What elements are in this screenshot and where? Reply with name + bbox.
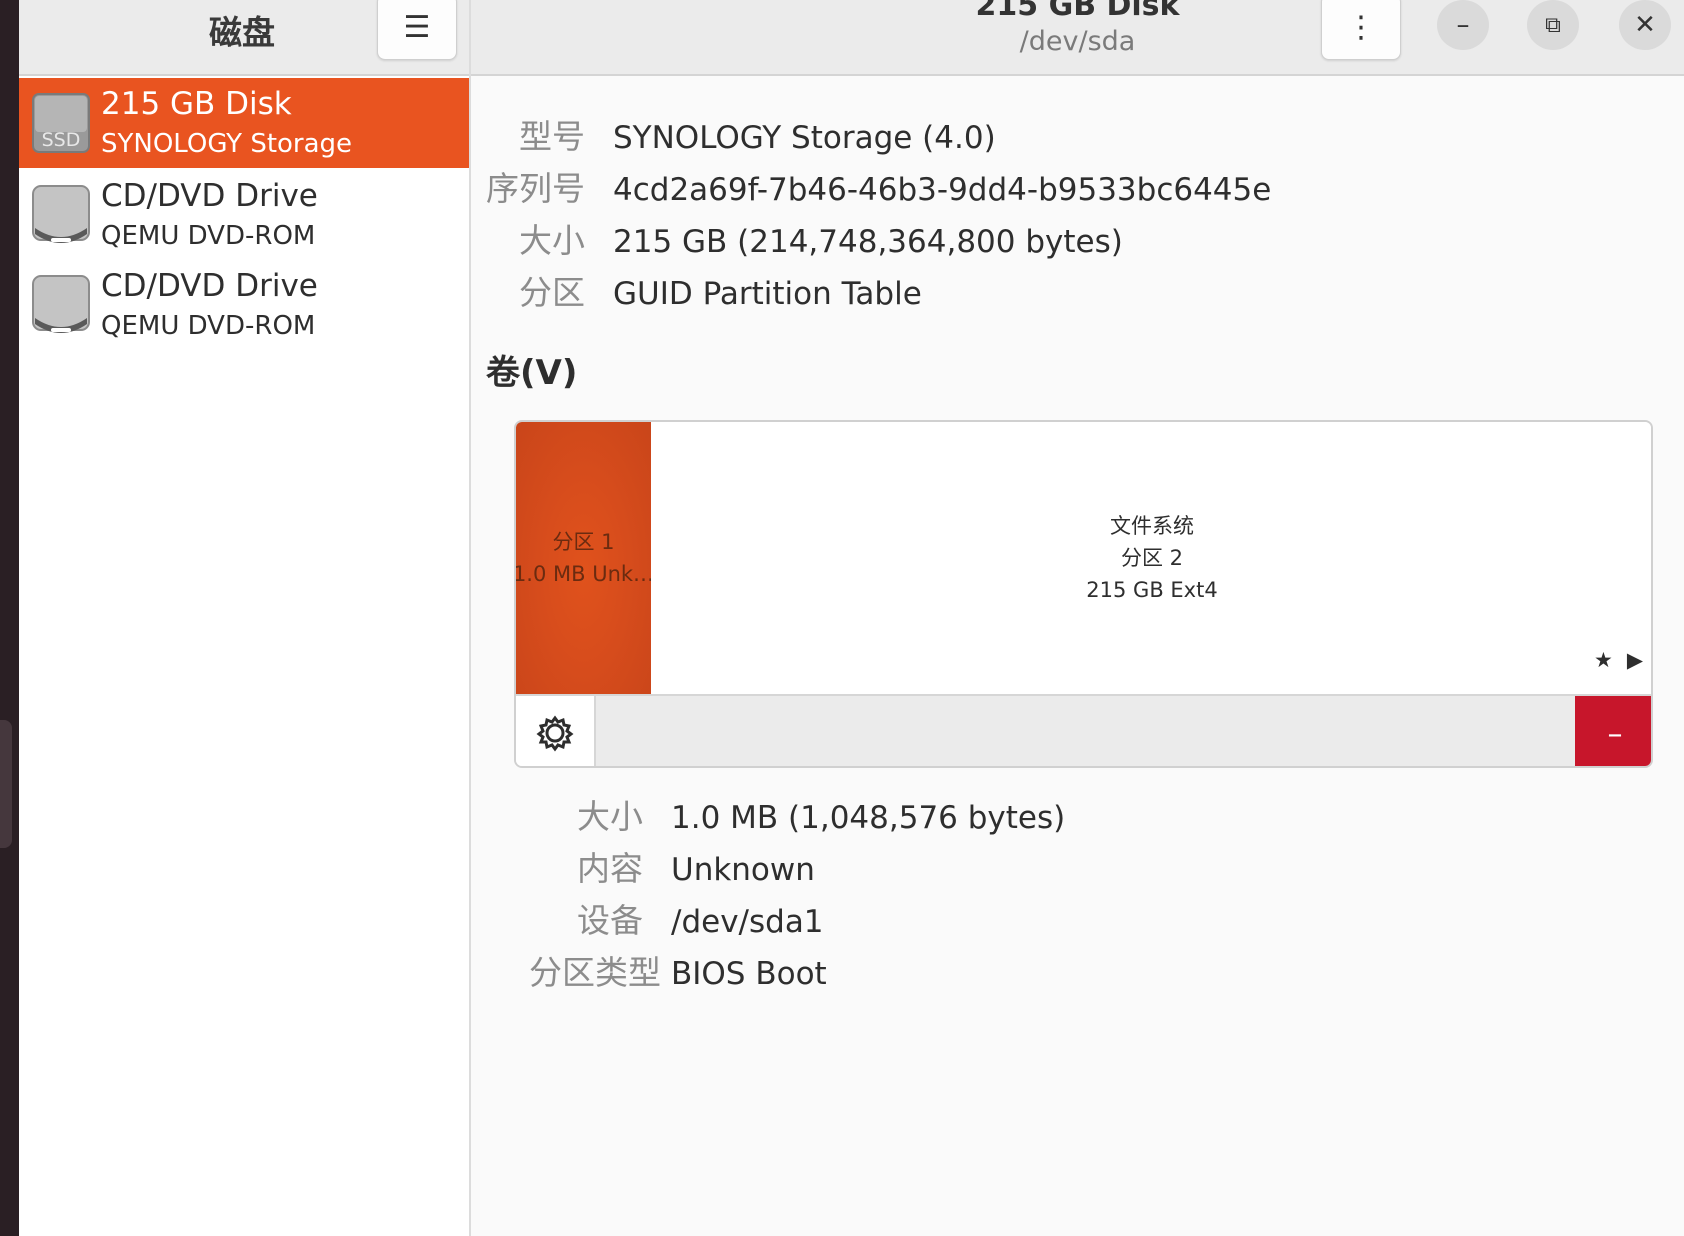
gear-icon	[536, 715, 574, 752]
optical-drive-icon	[32, 275, 90, 333]
svg-text:SSD: SSD	[42, 129, 81, 151]
star-icon: ★	[1594, 648, 1613, 672]
serial-value: 4cd2a69f-7b46-46b3-9dd4-b9533bc6445e	[613, 172, 1272, 208]
disks-window: 磁盘 ☰ SSD 215 GB Disk SYNOLOGY Storage CD…	[19, 0, 1684, 1236]
partition-2-type: 文件系统	[1110, 514, 1194, 538]
optical-drive-icon	[32, 185, 90, 243]
close-icon: ✕	[1634, 10, 1656, 40]
drive-model: SYNOLOGY Storage	[101, 129, 353, 159]
volume-toolbar: –	[516, 694, 1651, 766]
sidebar: 磁盘 ☰ SSD 215 GB Disk SYNOLOGY Storage CD…	[19, 0, 471, 1236]
partition-info-type: 分区类型 BIOS Boot	[529, 946, 827, 994]
sidebar-item-215gb-disk[interactable]: SSD 215 GB Disk SYNOLOGY Storage	[19, 78, 469, 168]
disk-info-size: 大小 215 GB (214,748,364,800 bytes)	[471, 214, 1123, 262]
partition-info-size: 大小 1.0 MB (1,048,576 bytes)	[529, 790, 1065, 838]
drive-model: QEMU DVD-ROM	[101, 221, 316, 251]
volumes-heading: 卷(V)	[486, 353, 578, 393]
drive-name: 215 GB Disk	[101, 86, 292, 122]
maximize-icon: ⧉	[1545, 12, 1561, 38]
ssd-icon: SSD	[32, 93, 90, 153]
disk-info-partitioning: 分区 GUID Partition Table	[471, 266, 922, 314]
app-title: 磁盘	[209, 13, 275, 52]
disk-title: 215 GB Disk	[975, 0, 1180, 23]
delete-partition-button[interactable]: –	[1575, 696, 1651, 766]
partition-device-label: 设备	[577, 901, 643, 940]
partition-info-contents: 内容 Unknown	[529, 842, 815, 890]
partition-contents-label: 内容	[577, 849, 643, 888]
vertical-ellipsis-icon: ⋮	[1346, 9, 1376, 45]
partition-contents-value: Unknown	[671, 852, 815, 888]
partition-1-block[interactable]: 分区 1 1.0 MB Unk…	[516, 422, 651, 694]
play-icon[interactable]: ▶	[1627, 644, 1643, 676]
partition-size-label: 大小	[577, 797, 643, 836]
partition-1-label: 分区 1	[552, 530, 615, 554]
size-value: 215 GB (214,748,364,800 bytes)	[613, 224, 1123, 260]
content-header: 215 GB Disk /dev/sda ⋮ – ⧉ ✕	[471, 0, 1684, 76]
main-menu-button[interactable]: ☰	[377, 0, 457, 60]
volume-map: 分区 1 1.0 MB Unk… 文件系统 分区 2 215 GB Ext4 ★…	[514, 420, 1653, 768]
close-button[interactable]: ✕	[1619, 0, 1671, 50]
partition-size-value: 1.0 MB (1,048,576 bytes)	[671, 800, 1066, 836]
size-label: 大小	[519, 221, 585, 260]
disk-info-serial: 序列号 4cd2a69f-7b46-46b3-9dd4-b9533bc6445e	[471, 162, 1271, 210]
partition-device-value: /dev/sda1	[671, 904, 824, 940]
minus-icon: –	[1607, 716, 1623, 752]
partition-1-size: 1.0 MB Unk…	[516, 562, 651, 586]
minimize-button[interactable]: –	[1437, 0, 1489, 50]
partition-2-label: 分区 2	[1120, 546, 1184, 570]
partition-2-block[interactable]: 文件系统 分区 2 215 GB Ext4 ★ ▶	[651, 422, 1651, 694]
partitioning-label: 分区	[519, 273, 585, 312]
drive-model: QEMU DVD-ROM	[101, 311, 316, 341]
model-label: 型号	[519, 117, 585, 156]
sidebar-item-cd-dvd-drive-1[interactable]: CD/DVD Drive QEMU DVD-ROM	[19, 170, 469, 260]
drive-name: CD/DVD Drive	[101, 178, 318, 214]
partition-2-status-icons: ★ ▶	[1594, 644, 1643, 676]
partition-type-label: 分区类型	[529, 953, 661, 992]
hamburger-menu-icon: ☰	[403, 9, 431, 45]
disk-details-pane: 215 GB Disk /dev/sda ⋮ – ⧉ ✕ 型号 SYNOLOGY…	[471, 0, 1684, 1236]
sidebar-item-cd-dvd-drive-2[interactable]: CD/DVD Drive QEMU DVD-ROM	[19, 260, 469, 350]
partition-options-button[interactable]	[516, 696, 596, 766]
disk-menu-button[interactable]: ⋮	[1321, 0, 1401, 60]
desktop-dock-edge	[0, 720, 12, 848]
maximize-button[interactable]: ⧉	[1527, 0, 1579, 50]
disk-device-path: /dev/sda	[1019, 26, 1136, 57]
model-value: SYNOLOGY Storage (4.0)	[613, 120, 996, 156]
disk-info-model: 型号 SYNOLOGY Storage (4.0)	[471, 110, 996, 158]
partition-2-size: 215 GB Ext4	[1086, 578, 1218, 602]
drive-name: CD/DVD Drive	[101, 268, 318, 304]
sidebar-header: 磁盘 ☰	[19, 0, 469, 76]
partition-info-device: 设备 /dev/sda1	[529, 894, 824, 942]
serial-label: 序列号	[486, 169, 585, 208]
partition-type-value: BIOS Boot	[671, 956, 827, 992]
minimize-icon: –	[1456, 10, 1470, 40]
partitioning-value: GUID Partition Table	[613, 276, 922, 312]
